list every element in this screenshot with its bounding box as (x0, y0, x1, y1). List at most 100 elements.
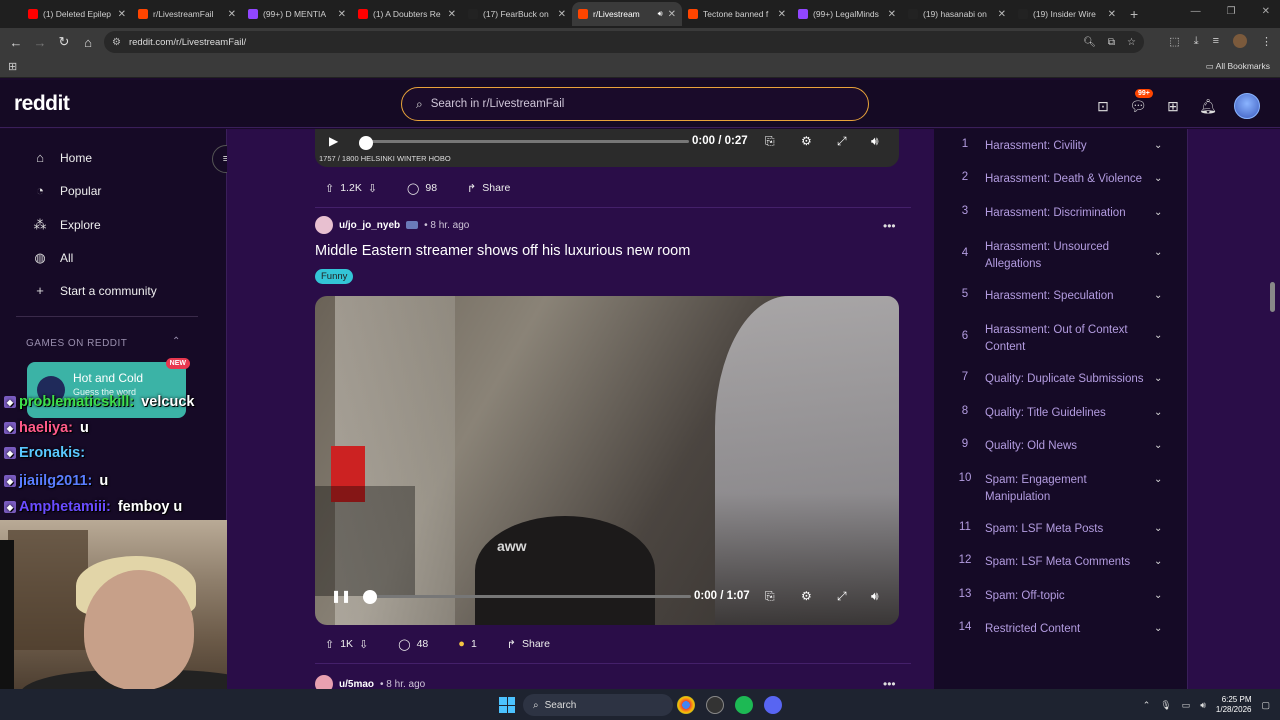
download-icon[interactable]: ⤓ (1194, 35, 1199, 48)
url-field[interactable]: ⚙ reddit.com/r/LivestreamFail/ 🔍︎ ⧉ ☆ (104, 31, 1144, 53)
sidebar-item-home[interactable]: ⌂ Home (32, 150, 92, 165)
notification-icon[interactable]: ▢ (1261, 700, 1270, 711)
chevron-down-icon[interactable]: ⌄ (1154, 440, 1162, 451)
spotify-icon[interactable] (735, 696, 753, 714)
downvote-icon[interactable]: ⇩ (359, 638, 368, 651)
video-progress-track[interactable] (367, 594, 691, 598)
sidebar-item-all[interactable]: ◍ All (32, 250, 73, 266)
browser-tab[interactable]: r/LivestreamFail ✕ (132, 2, 242, 26)
chevron-up-icon[interactable]: ⌃ (172, 336, 180, 347)
post-author[interactable]: u/5mao (339, 679, 374, 690)
share-button[interactable]: ↱ Share (497, 632, 560, 656)
sidebar-item-popular[interactable]: ◔ Popular (32, 183, 101, 198)
search-input[interactable]: ⌕ Search in r/LivestreamFail (401, 87, 869, 121)
tab-close-icon[interactable]: ✕ (228, 9, 236, 20)
post-author[interactable]: u/jo_jo_nyeb (339, 220, 400, 231)
tab-close-icon[interactable]: ✕ (1108, 9, 1116, 20)
site-info-icon[interactable]: ⚙ (112, 37, 121, 48)
post1-video[interactable]: 1757 / 1800 HELSINKI WINTER HOBO ▶ 0:00 … (315, 129, 899, 167)
start-button[interactable] (499, 697, 515, 713)
advertise-icon[interactable]: ⊡ (1094, 97, 1112, 115)
chevron-down-icon[interactable]: ⌄ (1154, 140, 1162, 151)
settings-icon[interactable]: ⚙ (801, 134, 812, 148)
network-icon[interactable]: ▭ (1182, 700, 1191, 711)
browser-tab[interactable]: (17) FearBuck on ✕ (462, 2, 572, 26)
video-progress-track[interactable] (365, 139, 689, 143)
reload-icon[interactable]: ↻ (52, 34, 76, 50)
captions-icon[interactable]: ⎘ (765, 134, 775, 149)
chevron-down-icon[interactable]: ⌄ (1154, 290, 1162, 301)
tab-close-icon[interactable]: ✕ (668, 9, 676, 20)
bell-icon[interactable]: 🔔︎ (1199, 97, 1217, 115)
browser-tab[interactable]: (19) Insider Wire ✕ (1012, 2, 1122, 26)
menu-icon[interactable]: ⋮ (1261, 35, 1272, 48)
discord-icon[interactable] (764, 696, 782, 714)
tab-close-icon[interactable]: ✕ (448, 9, 456, 20)
chat-icon[interactable]: 💬︎ 99+ (1129, 89, 1153, 115)
bookmark-star-icon[interactable]: ☆ (1127, 37, 1136, 48)
tab-audio-icon[interactable]: 🔊︎ (658, 9, 663, 19)
chevron-down-icon[interactable]: ⌄ (1154, 590, 1162, 601)
browser-tab[interactable]: (1) A Doubters Re ✕ (352, 2, 462, 26)
post2-video[interactable]: aww ❚❚ 0:00 / 1:07 ⎘ ⚙ ⤢ 🔊︎ (315, 296, 899, 625)
chevron-down-icon[interactable]: ⌄ (1154, 373, 1162, 384)
upvote-icon[interactable]: ⇧ (325, 182, 334, 195)
browser-tab[interactable]: r/Livestream 🔊︎ ✕ (572, 2, 682, 26)
downvote-icon[interactable]: ⇩ (368, 182, 377, 195)
extensions-icon[interactable]: ⬚ (1169, 35, 1179, 48)
speaker-icon[interactable]: 🔊︎ (1200, 700, 1206, 711)
settings-icon[interactable]: ⚙ (801, 589, 812, 603)
tab-close-icon[interactable]: ✕ (998, 9, 1006, 20)
chevron-down-icon[interactable]: ⌄ (1154, 173, 1162, 184)
taskbar-search[interactable]: ⌕ Search (523, 694, 673, 716)
post-title[interactable]: Middle Eastern streamer shows off his lu… (315, 243, 690, 259)
obs-icon[interactable] (706, 696, 724, 714)
video-progress-knob[interactable] (359, 136, 373, 150)
comments-button[interactable]: ◯ 98 (397, 176, 447, 200)
apps-grid-icon[interactable]: ⊞ (8, 60, 17, 73)
chevron-down-icon[interactable]: ⌄ (1154, 474, 1162, 485)
volume-icon[interactable]: 🔊︎ (871, 589, 879, 604)
play-icon[interactable]: ▶ (329, 134, 338, 148)
forward-icon[interactable]: → (28, 35, 52, 50)
share-button[interactable]: ↱ Share (457, 176, 520, 200)
page-scrollbar[interactable] (1270, 282, 1275, 312)
media-icon[interactable]: ≡ (1213, 35, 1219, 47)
chevron-down-icon[interactable]: ⌄ (1154, 207, 1162, 218)
games-section-header[interactable]: GAMES ON REDDIT (26, 338, 127, 349)
post-flair[interactable]: Funny (315, 269, 354, 284)
comments-button[interactable]: ◯ 48 (388, 632, 438, 656)
browser-tab[interactable]: (19) hasanabi on ✕ (902, 2, 1012, 26)
sidebar-item-explore[interactable]: ⁂ Explore (32, 217, 101, 233)
reddit-logo[interactable]: reddit (14, 92, 70, 116)
install-icon[interactable]: ⧉ (1108, 37, 1115, 48)
user-avatar-small[interactable] (315, 216, 333, 234)
captions-icon[interactable]: ⎘ (765, 589, 775, 604)
back-icon[interactable]: ← (4, 35, 28, 50)
fullscreen-icon[interactable]: ⤢ (837, 134, 847, 149)
minimize-icon[interactable]: — (1191, 6, 1201, 17)
browser-tab[interactable]: Tectone banned f ✕ (682, 2, 792, 26)
award-button[interactable]: ● 1 (448, 632, 487, 656)
chevron-down-icon[interactable]: ⌄ (1154, 407, 1162, 418)
tray-chevron-icon[interactable]: ⌃ (1143, 700, 1151, 711)
zoom-icon[interactable]: 🔍︎ (1083, 37, 1096, 48)
close-window-icon[interactable]: ✕ (1262, 6, 1270, 17)
upvote-icon[interactable]: ⇧ (325, 638, 334, 651)
home-browser-icon[interactable]: ⌂ (76, 35, 100, 50)
chevron-down-icon[interactable]: ⌄ (1154, 247, 1162, 258)
fullscreen-icon[interactable]: ⤢ (837, 589, 847, 604)
browser-tab[interactable]: (99+) LegalMinds ✕ (792, 2, 902, 26)
sidebar-item-start-community[interactable]: + Start a community (32, 283, 157, 298)
chevron-down-icon[interactable]: ⌄ (1154, 623, 1162, 634)
browser-tab[interactable]: (1) Deleted Epilep ✕ (22, 2, 132, 26)
tab-close-icon[interactable]: ✕ (778, 9, 786, 20)
user-avatar[interactable] (1234, 93, 1260, 119)
chrome-icon[interactable] (677, 696, 695, 714)
profile-avatar[interactable] (1233, 34, 1247, 48)
more-options-icon[interactable]: ••• (883, 219, 896, 233)
clock[interactable]: 6:25 PM 1/28/2026 (1216, 695, 1252, 715)
create-post-icon[interactable]: ⊞ (1164, 97, 1182, 115)
volume-icon[interactable]: 🔊︎ (871, 134, 879, 149)
maximize-icon[interactable]: ❐ (1227, 6, 1236, 17)
